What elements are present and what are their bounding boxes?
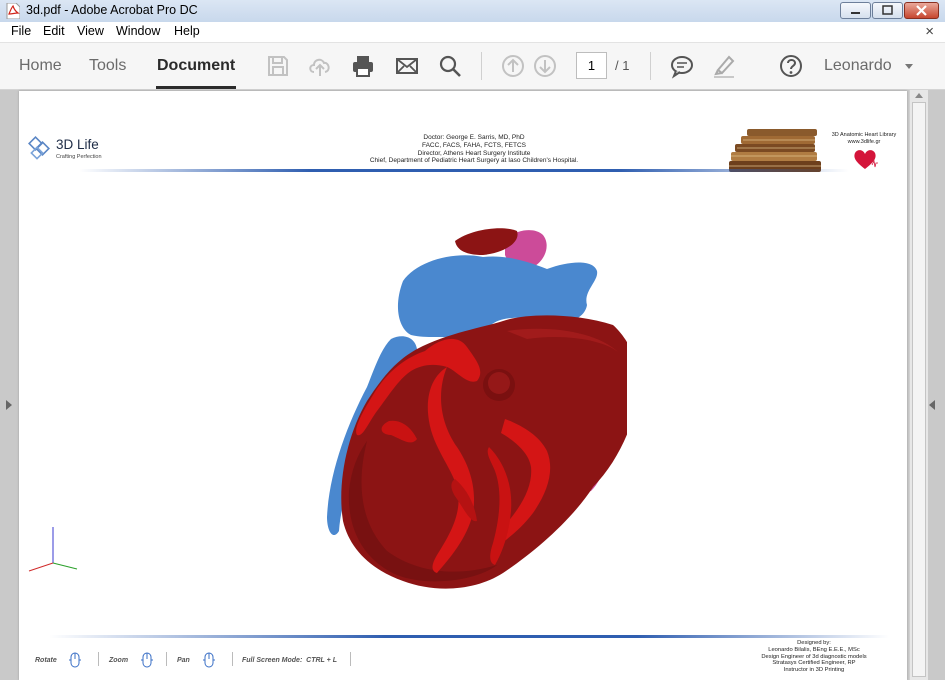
print-icon[interactable] — [350, 53, 376, 79]
toolbar-separator — [481, 52, 482, 80]
menu-file[interactable]: File — [11, 24, 31, 38]
page-number-input[interactable]: 1 — [576, 52, 607, 79]
3d-life-logo-icon — [28, 136, 50, 160]
expand-right-pane-icon[interactable] — [929, 400, 935, 410]
menu-window[interactable]: Window — [116, 24, 160, 38]
next-page-icon[interactable] — [532, 53, 558, 79]
close-document-button[interactable]: × — [925, 23, 934, 40]
main-toolbar: Home Tools Document 1 / 1 Leonardo — [0, 43, 945, 90]
help-icon[interactable] — [778, 53, 804, 79]
fullscreen-hint: Full Screen Mode: CTRL + L — [242, 657, 337, 664]
scrollbar-thumb[interactable] — [912, 102, 926, 677]
cloud-upload-icon[interactable] — [307, 53, 333, 79]
logo-tagline: Crafting Perfection — [56, 154, 102, 160]
user-account-menu[interactable]: Leonardo — [824, 57, 892, 75]
save-icon[interactable] — [265, 53, 291, 79]
search-icon[interactable] — [437, 53, 463, 79]
maximize-button[interactable] — [872, 2, 903, 19]
footer-separator — [166, 652, 167, 666]
designer-line: Designed by: — [797, 640, 831, 646]
3d-heart-model[interactable] — [307, 221, 627, 591]
rotate-mouse-icon — [69, 652, 81, 668]
library-title: 3D Anatomic Heart Library — [831, 132, 897, 138]
footer-separator — [232, 652, 233, 666]
doctor-credits: Doctor: George E. Sarris, MD, PhD FACC, … — [329, 134, 619, 165]
footer-divider — [49, 635, 889, 638]
credit-line: FACC, FACS, FAHA, FCTS, FETCS — [421, 141, 526, 149]
page-total: / 1 — [615, 58, 630, 73]
logo-name: 3D Life — [56, 137, 99, 152]
pan-label: Pan — [177, 657, 190, 664]
minimize-icon — [851, 12, 860, 14]
designer-line: Leonardo Bilalis, BEng E.E.E., MSc — [768, 646, 860, 653]
menu-edit[interactable]: Edit — [43, 24, 65, 38]
pan-mouse-icon — [203, 652, 215, 668]
footer-separator — [98, 652, 99, 666]
toolbar-separator — [650, 52, 651, 80]
maximize-icon — [882, 5, 893, 15]
menu-bar: File Edit View Window Help × — [0, 22, 945, 43]
vertical-scrollbar[interactable] — [909, 90, 928, 680]
footer-separator — [350, 652, 351, 666]
expand-left-pane-icon[interactable] — [6, 400, 12, 410]
close-window-button[interactable] — [904, 2, 939, 19]
designer-line: Instructor in 3D Printing — [783, 667, 845, 674]
scroll-up-arrow-icon[interactable] — [915, 93, 923, 98]
tab-document[interactable]: Document — [157, 57, 235, 75]
highlight-pen-icon[interactable] — [711, 53, 737, 79]
credit-line: Chief, Department of Pediatric Heart Sur… — [369, 157, 579, 165]
window-titlebar: 3d.pdf - Adobe Acrobat Pro DC — [0, 0, 945, 23]
previous-page-icon[interactable] — [500, 53, 526, 79]
credit-line: Doctor: George E. Sarris, MD, PhD — [423, 134, 525, 141]
tab-home[interactable]: Home — [19, 57, 62, 75]
menu-view[interactable]: View — [77, 24, 104, 38]
rotate-label: Rotate — [35, 657, 57, 664]
pdf-page: 3D Life Crafting Perfection Doctor: Geor… — [19, 91, 907, 680]
zoom-label: Zoom — [109, 657, 129, 664]
chevron-down-icon[interactable] — [905, 64, 913, 69]
window-title: 3d.pdf - Adobe Acrobat Pro DC — [26, 3, 198, 17]
email-icon[interactable] — [394, 53, 420, 79]
3d-axes-indicator — [28, 527, 78, 572]
active-tab-indicator — [156, 86, 236, 89]
close-icon — [916, 5, 927, 16]
acrobat-pdf-icon — [6, 3, 20, 19]
header-divider — [79, 169, 849, 172]
designer-line: Stratasys Certified Engineer, RP — [772, 660, 856, 667]
books-image — [729, 129, 821, 172]
designer-credits: Designed by: Leonardo Bilalis, BEng E.E.… — [739, 640, 889, 674]
tab-tools[interactable]: Tools — [89, 57, 126, 75]
designer-line: Design Engineer of 3d diagnostic models — [761, 653, 867, 660]
red-heart-icon — [854, 150, 878, 169]
minimize-button[interactable] — [840, 2, 871, 19]
menu-help[interactable]: Help — [174, 24, 200, 38]
library-caption: 3D Anatomic Heart Library www.3dlife.gr — [819, 132, 909, 146]
zoom-mouse-icon — [141, 652, 153, 668]
credit-line: Director, Athens Heart Surgery Institute — [417, 149, 531, 157]
comment-icon[interactable] — [669, 53, 695, 79]
library-url: www.3dlife.gr — [847, 139, 881, 145]
